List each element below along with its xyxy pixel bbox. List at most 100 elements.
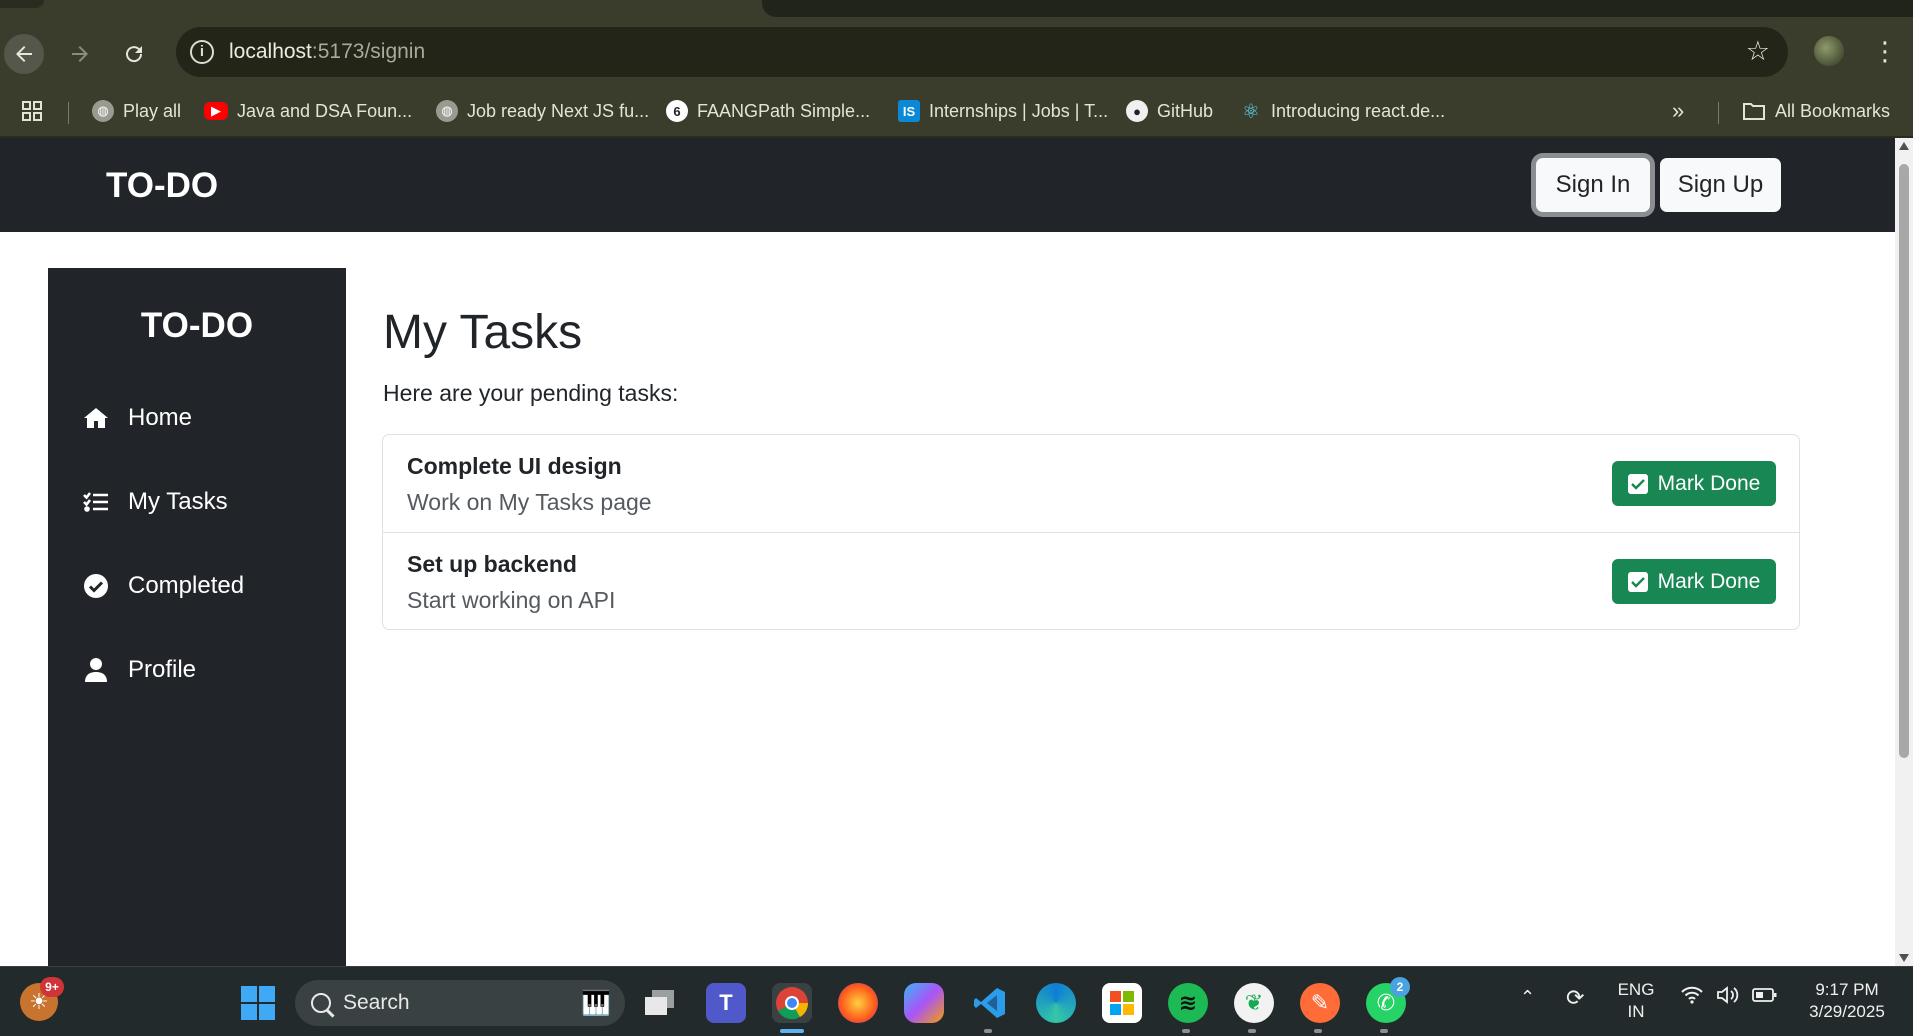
url-host: localhost <box>229 40 312 63</box>
chevron-up-icon[interactable]: ⌃ <box>1520 987 1535 1008</box>
edge-icon[interactable] <box>1036 983 1076 1023</box>
sidebar-item-label: My Tasks <box>128 488 228 515</box>
reload-icon <box>126 46 143 63</box>
user-icon <box>82 656 110 684</box>
forward-button[interactable] <box>60 34 100 74</box>
postman-icon[interactable]: ✎ <box>1300 983 1340 1023</box>
folder-icon <box>1743 103 1765 120</box>
bookmark-label: GitHub <box>1157 100 1214 121</box>
tab-edge <box>0 0 44 8</box>
sign-in-button[interactable]: Sign In <box>1536 158 1650 212</box>
firefox-icon[interactable] <box>838 983 878 1023</box>
all-bookmarks-label: All Bookmarks <box>1775 100 1891 121</box>
globe-icon: ◍ <box>92 100 114 122</box>
site-info-icon[interactable]: i <box>190 40 214 64</box>
sign-up-button[interactable]: Sign Up <box>1660 158 1781 212</box>
spotify-icon[interactable]: ≋ <box>1168 983 1208 1023</box>
sidebar-item-home[interactable]: Home <box>82 398 192 438</box>
reload-button[interactable] <box>114 34 154 74</box>
mongodb-icon[interactable]: ❦ <box>1234 983 1274 1023</box>
bookmark-nextjs[interactable]: ◍ Job ready Next JS fu... <box>436 96 649 126</box>
scroll-down-icon[interactable] <box>1899 954 1909 962</box>
grid-icon <box>22 101 42 121</box>
mark-done-label: Mark Done <box>1657 569 1761 593</box>
bookmarks-divider <box>68 102 69 124</box>
bookmark-github[interactable]: ● GitHub <box>1126 96 1213 126</box>
open-app-indicator <box>1182 1029 1190 1033</box>
scroll-thumb[interactable] <box>1899 164 1909 758</box>
language-code: ENG <box>1617 980 1655 999</box>
teams-icon[interactable]: T <box>706 983 746 1023</box>
inactive-tab[interactable] <box>762 0 1913 17</box>
sidebar-item-completed[interactable]: Completed <box>82 566 244 606</box>
clock-time: 9:17 PM <box>1815 980 1879 999</box>
volume-icon[interactable] <box>1716 985 1742 1010</box>
search-placeholder: Search <box>343 991 410 1014</box>
open-app-indicator <box>1314 1029 1322 1033</box>
globe-icon: ◍ <box>436 100 458 122</box>
check-square-icon <box>1627 571 1648 592</box>
clock[interactable]: 9:17 PM 3/29/2025 <box>1794 979 1900 1023</box>
windows-start-icon[interactable] <box>238 983 278 1023</box>
open-app-indicator <box>1248 1029 1256 1033</box>
url-text[interactable]: localhost:5173/signin <box>229 40 425 64</box>
copilot-icon[interactable] <box>904 983 944 1023</box>
bookmarks-overflow-button[interactable]: » <box>1672 96 1684 126</box>
sync-icon[interactable]: ⟳ <box>1566 985 1584 1011</box>
bookmark-label: FAANGPath Simple... <box>697 100 871 121</box>
whatsapp-badge: 2 <box>1390 977 1410 997</box>
sidebar-item-label: Profile <box>128 656 197 683</box>
task-title: Set up backend <box>407 551 577 577</box>
sidebar-item-label: Completed <box>128 572 245 599</box>
bookmark-internships[interactable]: IS Internships | Jobs | T... <box>898 96 1108 126</box>
task-description: Start working on API <box>407 587 616 613</box>
react-icon: ⚛ <box>1242 100 1260 123</box>
page-title: My Tasks <box>383 306 583 359</box>
internshala-icon: IS <box>898 100 920 122</box>
bookmark-java-dsa[interactable]: ▶ Java and DSA Foun... <box>204 96 412 126</box>
wifi-icon[interactable] <box>1680 985 1704 1010</box>
profile-avatar[interactable] <box>1814 36 1844 66</box>
bookmark-label: Internships | Jobs | T... <box>929 100 1109 121</box>
scroll-up-icon[interactable] <box>1899 142 1909 150</box>
bookmark-label: Play all <box>123 100 182 121</box>
sidebar: TO-DO Home My Tasks Completed Profile <box>48 268 346 966</box>
language-indicator[interactable]: ENG IN <box>1612 979 1660 1023</box>
sidebar-item-my-tasks[interactable]: My Tasks <box>82 482 228 522</box>
sidebar-brand: TO-DO <box>140 306 254 345</box>
vscode-icon[interactable] <box>970 983 1010 1023</box>
bookmark-label: Introducing react.de... <box>1271 100 1446 121</box>
mark-done-button[interactable]: Mark Done <box>1612 559 1776 604</box>
task-view-icon[interactable] <box>640 983 680 1023</box>
arrow-right-icon <box>72 46 88 62</box>
apps-grid-icon[interactable] <box>20 96 44 126</box>
battery-icon[interactable] <box>1752 987 1778 1008</box>
task-item: Set up backend Start working on API Mark… <box>383 532 1799 629</box>
taskbar-search-box[interactable]: Search 🎹 <box>295 980 625 1026</box>
microsoft-store-icon[interactable] <box>1102 983 1142 1023</box>
bookmarks-bar: ◍ Play all ▶ Java and DSA Foun... ◍ Job … <box>0 84 1913 138</box>
bookmarks-divider <box>1718 102 1719 124</box>
mark-done-button[interactable]: Mark Done <box>1612 461 1776 506</box>
address-bar[interactable]: i localhost:5173/signin ☆ <box>176 27 1788 77</box>
url-path: :5173/signin <box>311 40 426 63</box>
bookmark-star-icon[interactable]: ☆ <box>1746 36 1770 67</box>
bookmark-faangpath[interactable]: 6 FAANGPath Simple... <box>666 96 870 126</box>
faangpath-icon: 6 <box>666 100 688 122</box>
bookmark-label: Java and DSA Foun... <box>237 100 413 121</box>
bookmark-label: Job ready Next JS fu... <box>467 100 650 121</box>
clock-date: 3/29/2025 <box>1809 1002 1885 1021</box>
back-button[interactable] <box>4 34 44 74</box>
app-navbar: TO-DO Sign In Sign Up <box>0 138 1895 232</box>
search-icon <box>311 993 331 1013</box>
arrow-left-icon <box>16 46 32 62</box>
all-bookmarks-button[interactable]: All Bookmarks <box>1742 96 1890 126</box>
page-scrollbar[interactable] <box>1895 138 1913 966</box>
chrome-icon[interactable] <box>772 983 812 1023</box>
bookmark-react[interactable]: ⚛ Introducing react.de... <box>1240 96 1445 126</box>
sidebar-item-profile[interactable]: Profile <box>82 650 196 690</box>
region-code: IN <box>1627 1002 1645 1021</box>
navbar-brand[interactable]: TO-DO <box>106 166 218 206</box>
bookmark-play-all[interactable]: ◍ Play all <box>92 96 181 126</box>
menu-kebab-icon[interactable]: ⋮ <box>1872 36 1898 66</box>
